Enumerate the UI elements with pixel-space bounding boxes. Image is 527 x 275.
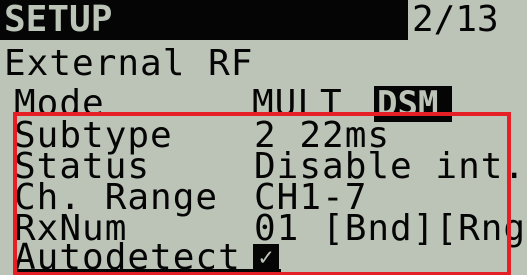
section-title: External RF — [4, 43, 254, 84]
radio-lcd-screen: SETUP 2/13 External RF Mode MULT DSM Sub… — [0, 0, 527, 275]
menu-title: SETUP — [4, 0, 113, 40]
page-indicator: 2/13 — [412, 0, 499, 40]
highlight-annotation-box — [13, 112, 511, 275]
